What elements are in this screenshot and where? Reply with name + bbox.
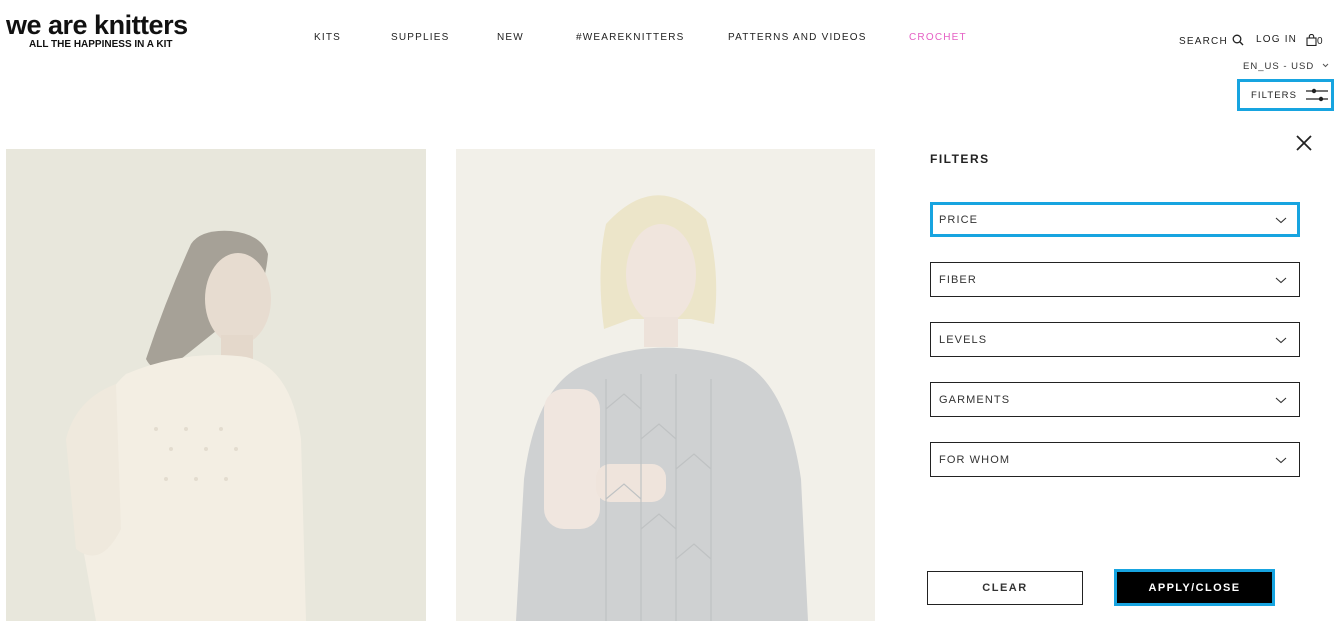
nav-item-kits[interactable]: KITS — [314, 32, 341, 43]
nav-item-crochet[interactable]: CROCHET — [909, 32, 967, 43]
sliders-icon — [1306, 88, 1329, 102]
product-image-cream-sweater[interactable] — [6, 149, 426, 621]
main-nav: KITS SUPPLIES NEW #WEAREKNITTERS PATTERN… — [0, 32, 1339, 44]
filter-dropdown-price[interactable]: PRICE — [930, 202, 1300, 237]
apply-close-button[interactable]: APPLY/CLOSE — [1114, 569, 1275, 606]
login-label: LOG IN — [1256, 34, 1298, 45]
nav-item-patterns-and-videos[interactable]: PATTERNS AND VIDEOS — [728, 32, 867, 43]
chevron-down-icon — [1275, 337, 1287, 344]
nav-item-new[interactable]: NEW — [497, 32, 524, 43]
filter-dropdown-label: GARMENTS — [939, 393, 1011, 406]
filters-toggle-label: FILTERS — [1251, 89, 1298, 101]
chevron-down-icon — [1322, 63, 1329, 68]
product-photo-illustration — [6, 149, 426, 621]
filter-dropdown-label: LEVELS — [939, 333, 988, 346]
clear-filters-button[interactable]: CLEAR — [927, 571, 1083, 605]
apply-close-label: APPLY/CLOSE — [1117, 572, 1272, 603]
chevron-down-icon — [1275, 217, 1287, 224]
login-link[interactable]: LOG IN — [1256, 34, 1297, 45]
close-filter-panel-button[interactable] — [1294, 133, 1314, 153]
filter-dropdown-label: PRICE — [939, 213, 979, 226]
chevron-down-icon — [1275, 457, 1287, 464]
product-image-grey-sweater[interactable] — [456, 149, 875, 621]
filters-toggle-button[interactable]: FILTERS — [1237, 79, 1334, 111]
filter-dropdown-fiber[interactable]: FIBER — [930, 262, 1300, 297]
brand-logo[interactable]: we are knitters ALL THE HAPPINESS IN A K… — [6, 12, 188, 51]
search-label: SEARCH — [1179, 36, 1228, 47]
filter-dropdown-for-whom[interactable]: FOR WHOM — [930, 442, 1300, 477]
filter-panel-title: FILTERS — [930, 152, 990, 166]
locale-label: EN_US - USD — [1243, 61, 1315, 72]
product-photo-illustration — [456, 149, 875, 621]
chevron-down-icon — [1275, 277, 1287, 284]
filter-dropdown-garments[interactable]: GARMENTS — [930, 382, 1300, 417]
bag-icon — [1306, 33, 1317, 47]
close-icon — [1296, 135, 1312, 151]
filter-dropdown-levels[interactable]: LEVELS — [930, 322, 1300, 357]
search-icon — [1232, 34, 1244, 46]
filter-dropdown-label: FIBER — [939, 273, 977, 286]
filter-dropdown-label: FOR WHOM — [939, 453, 1011, 466]
nav-item-weareknitters[interactable]: #WEAREKNITTERS — [576, 32, 684, 43]
cart-button[interactable]: 0 — [1306, 33, 1324, 47]
search-button[interactable]: SEARCH — [1179, 34, 1244, 47]
chevron-down-icon — [1275, 397, 1287, 404]
cart-count: 0 — [1317, 36, 1324, 47]
locale-selector[interactable]: EN_US - USD — [1243, 61, 1329, 72]
nav-item-supplies[interactable]: SUPPLIES — [391, 32, 450, 43]
